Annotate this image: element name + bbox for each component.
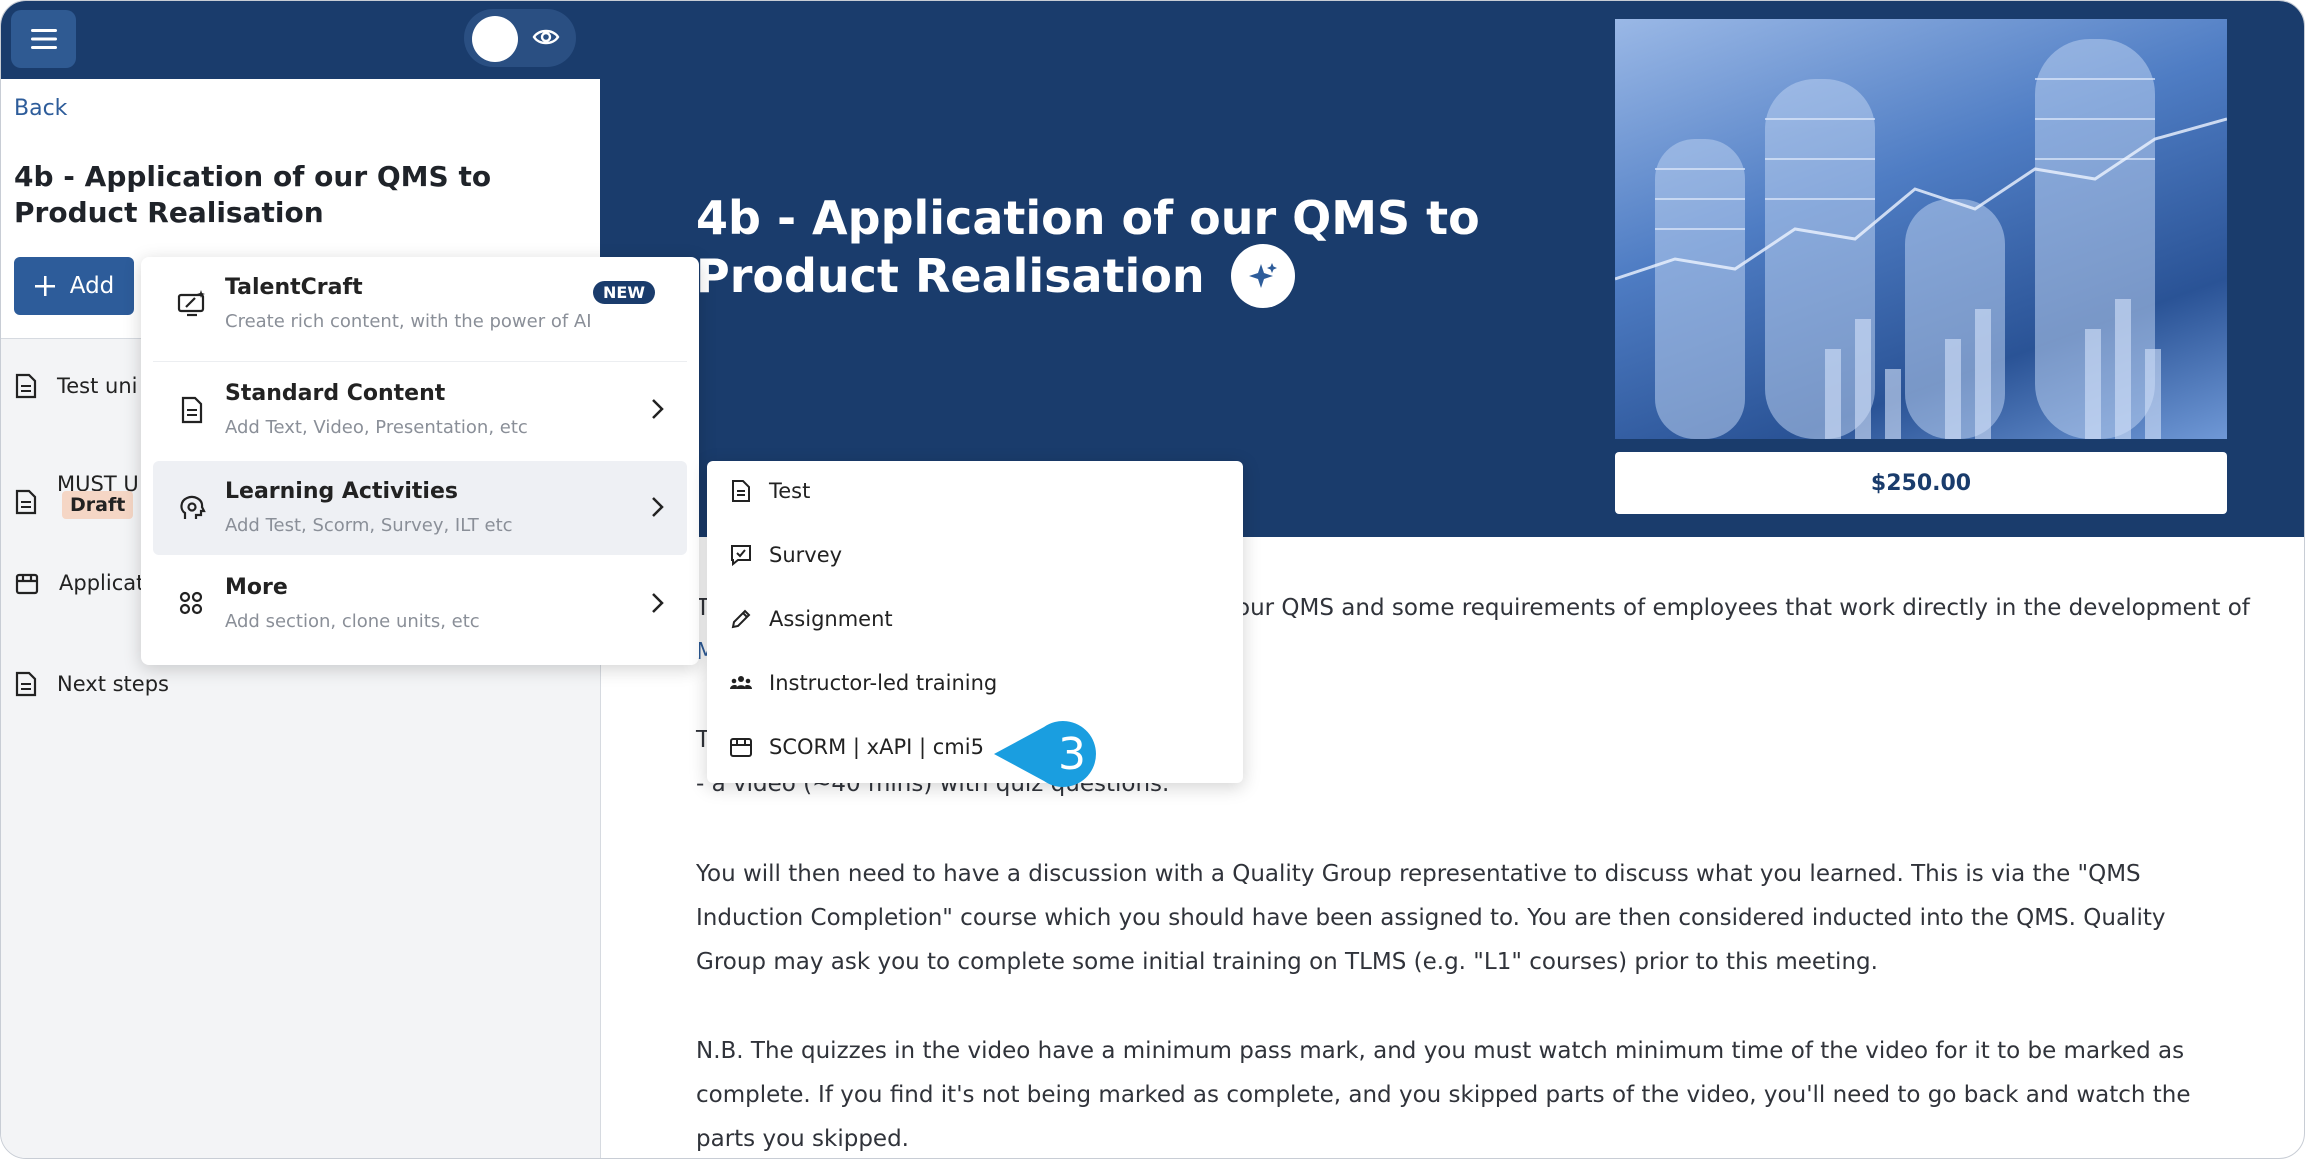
ai-sparkle-button[interactable]	[1230, 243, 1295, 308]
back-link[interactable]: Back	[14, 96, 67, 121]
unit-label: Test uni	[57, 374, 138, 398]
app-window: Back 4b - Application of our QMS to Prod…	[0, 0, 2305, 1159]
menu-item-title: TalentCraft	[225, 275, 363, 300]
survey-icon	[731, 545, 751, 567]
submenu-item-survey[interactable]: Survey	[729, 543, 842, 567]
description-paragraph-4: N.B. The quizzes in the video have a min…	[696, 1038, 2191, 1152]
pencil-icon	[731, 609, 751, 629]
menu-item-title: Learning Activities	[225, 479, 458, 504]
description-paragraph-3: You will then need to have a discussion …	[696, 861, 2166, 975]
price-button[interactable]: $250.00	[1615, 452, 2227, 514]
draft-badge: Draft	[62, 491, 134, 519]
unit-item[interactable]: Applicat	[15, 571, 144, 595]
hamburger-icon	[30, 29, 57, 49]
plus-icon	[34, 276, 55, 296]
hero-title: 4b - Application of our QMS to Product R…	[696, 189, 1576, 308]
menu-item-subtitle: Add Text, Video, Presentation, etc	[225, 417, 528, 438]
group-icon	[730, 676, 752, 689]
package-icon	[730, 738, 752, 757]
course-title: 4b - Application of our QMS to Product R…	[14, 160, 492, 229]
learning-activities-submenu: Test Survey Assignment Instructor-led tr…	[707, 461, 1243, 783]
menu-item-learning-activities[interactable]: Learning Activities Add Test, Scorm, Sur…	[153, 461, 687, 555]
menu-item-subtitle: Create rich content, with the power of A…	[225, 311, 592, 332]
sidebar-topbar	[1, 1, 600, 79]
add-content-menu: TalentCraft Create rich content, with th…	[141, 257, 699, 665]
eye-icon	[532, 29, 560, 45]
unit-item[interactable]: Test uni	[15, 373, 137, 399]
document-icon	[15, 671, 37, 697]
menu-item-title: Standard Content	[225, 381, 446, 406]
submenu-item-scorm[interactable]: SCORM | xAPI | cmi5	[729, 735, 984, 759]
menu-item-subtitle: Add section, clone units, etc	[225, 611, 480, 632]
menu-item-more[interactable]: More Add section, clone units, etc	[153, 557, 687, 651]
coins-chart-image	[1615, 39, 2227, 439]
submenu-item-label: Assignment	[769, 607, 893, 631]
document-icon	[732, 480, 750, 502]
unit-label: Next steps	[57, 672, 169, 696]
document-icon	[181, 396, 203, 424]
unit-item[interactable]: Next steps	[15, 671, 169, 697]
course-cover-image	[1615, 19, 2227, 439]
submenu-item-label: Instructor-led training	[769, 671, 998, 695]
submenu-item-test[interactable]: Test	[729, 479, 810, 503]
step-callout-number: 3	[1058, 728, 1086, 780]
chevron-right-icon	[652, 399, 664, 419]
package-icon	[15, 573, 39, 595]
submenu-item-instructor-led-training[interactable]: Instructor-led training	[729, 671, 997, 695]
menu-item-talentcraft[interactable]: TalentCraft Create rich content, with th…	[153, 257, 687, 351]
hero-title-text: 4b - Application of our QMS to Product R…	[696, 191, 1480, 303]
unit-label: Applicat	[59, 571, 145, 595]
submenu-item-assignment[interactable]: Assignment	[729, 607, 893, 631]
ai-monitor-icon	[177, 290, 205, 317]
submenu-item-label: Survey	[769, 543, 843, 567]
menu-item-subtitle: Add Test, Scorm, Survey, ILT etc	[225, 515, 513, 536]
submenu-item-label: Test	[769, 479, 811, 503]
chevron-right-icon	[652, 497, 664, 517]
document-icon	[15, 489, 37, 515]
menu-item-standard-content[interactable]: Standard Content Add Text, Video, Presen…	[153, 363, 687, 457]
para1-visible-text: our QMS and some requirements of employe…	[1236, 595, 2250, 621]
sparkle-icon	[1248, 262, 1277, 288]
hamburger-menu-button[interactable]	[11, 10, 76, 68]
new-badge: NEW	[593, 281, 655, 304]
preview-toggle[interactable]	[464, 9, 576, 67]
add-button-label: Add	[69, 273, 115, 299]
grid-icon	[179, 591, 203, 615]
divider	[153, 361, 687, 362]
toggle-knob	[472, 16, 518, 62]
brain-gear-icon	[180, 495, 206, 519]
document-icon	[15, 373, 37, 399]
add-button[interactable]: Add	[14, 257, 134, 315]
submenu-item-label: SCORM | xAPI | cmi5	[769, 735, 984, 759]
menu-item-title: More	[225, 575, 288, 600]
chevron-right-icon	[652, 593, 664, 613]
